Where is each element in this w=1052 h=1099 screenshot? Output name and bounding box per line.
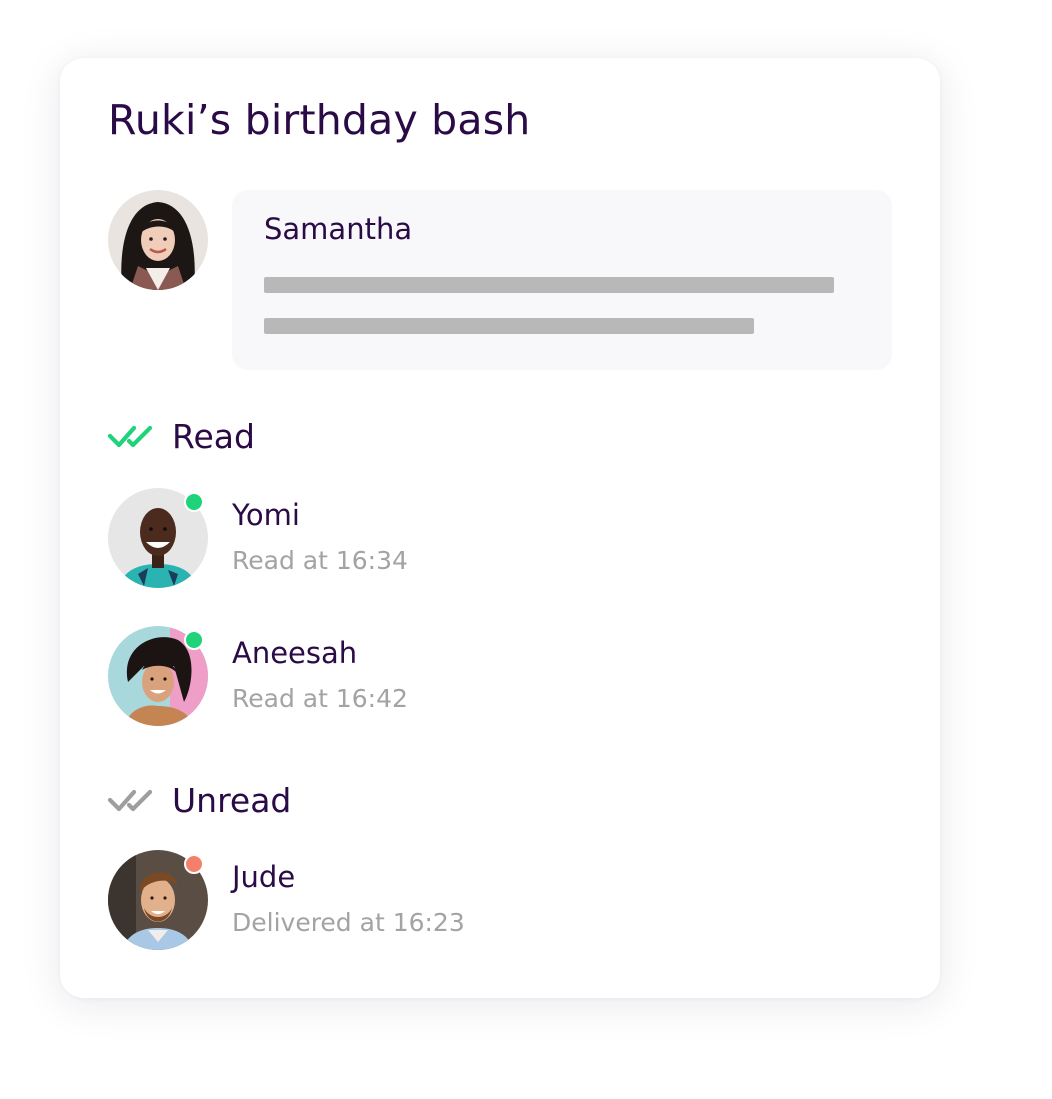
double-check-icon [108,425,153,448]
message-sender-name: Samantha [264,212,413,246]
avatar-photo-samantha [108,190,208,290]
away-status-dot [184,854,204,874]
message-text-placeholder-line [264,277,834,293]
read-section-label: Read [172,416,255,456]
unread-section-label: Unread [172,780,292,820]
message-text-placeholder-line [264,318,754,334]
read-section-header: Read [108,416,255,456]
online-status-dot [184,630,204,650]
reader-name: Yomi [232,498,300,532]
message-bubble[interactable]: Samantha [232,190,892,370]
online-status-dot [184,492,204,512]
delivered-timestamp: Delivered at 16:23 [232,908,465,937]
reader-name: Aneesah [232,636,358,670]
unread-section-header: Unread [108,780,291,820]
double-check-icon [108,789,153,812]
sender-avatar[interactable] [108,190,208,290]
read-timestamp: Read at 16:34 [232,546,408,575]
recipient-name: Jude [232,860,296,894]
read-timestamp: Read at 16:42 [232,684,408,713]
read-receipts-card: Ruki’s birthday bash Samantha Read Yomi … [60,58,940,998]
conversation-title: Ruki’s birthday bash [108,96,531,144]
